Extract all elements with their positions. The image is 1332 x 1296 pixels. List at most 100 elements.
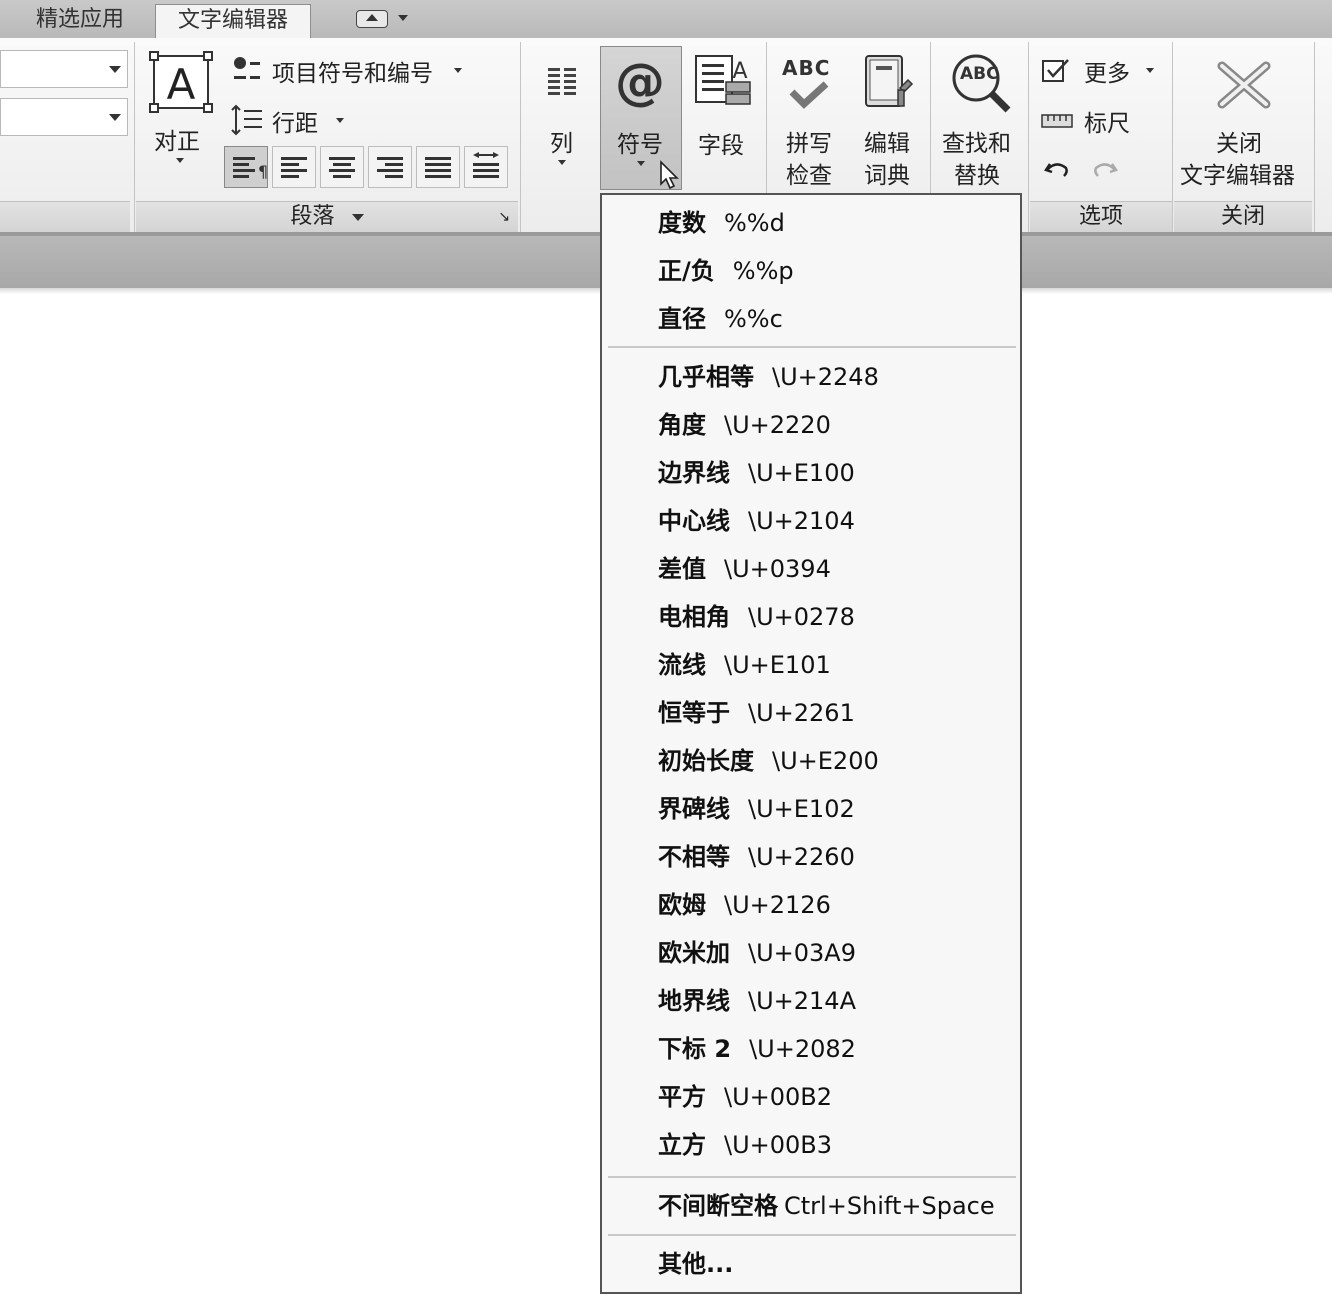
menu-item-plus-minus[interactable]: 正/负 %%p <box>658 251 794 291</box>
more-button[interactable]: 更多 <box>1040 54 1164 88</box>
edit-dictionary-label-2: 词典 <box>864 163 910 189</box>
menu-item-name: 立方 <box>658 1131 706 1159</box>
spell-check-button[interactable]: ABC 拼写 检查 <box>778 52 844 189</box>
menu-item-code: \U+2082 <box>749 1035 856 1063</box>
menu-item-name: 恒等于 <box>658 699 730 727</box>
close-icon <box>1217 61 1271 109</box>
spell-check-label-2: 检查 <box>786 163 832 189</box>
svg-text:A: A <box>167 60 196 109</box>
menu-item-almost-equal[interactable]: 几乎相等 \U+2248 <box>658 357 879 397</box>
field-icon: A <box>695 55 751 105</box>
menu-item-code: \U+E100 <box>748 459 855 487</box>
dialog-launcher-icon[interactable]: ↘ <box>498 202 510 232</box>
close-text-editor-button[interactable]: 关闭 文字编辑器 <box>1176 52 1312 189</box>
menu-item-not-equal[interactable]: 不相等 \U+2260 <box>658 837 855 877</box>
menu-item-flow-line[interactable]: 流线 \U+E101 <box>658 645 831 685</box>
menu-item-other[interactable]: 其他... <box>658 1244 733 1284</box>
edit-dictionary-button[interactable]: 编辑 词典 <box>856 52 922 189</box>
menu-item-name: 欧姆 <box>658 891 706 919</box>
find-replace-button[interactable]: ABC 查找和 替换 <box>940 52 1022 189</box>
edit-dictionary-label-1: 编辑 <box>864 131 910 157</box>
justify-button[interactable]: A 对正 <box>144 48 216 176</box>
menu-item-degree[interactable]: 度数 %%d <box>658 203 785 243</box>
menu-item-cubed[interactable]: 立方 \U+00B3 <box>658 1125 832 1165</box>
menu-item-code: \U+2104 <box>748 507 855 535</box>
menu-item-name: 度数 <box>658 209 706 237</box>
menu-item-initial-length[interactable]: 初始长度 \U+E200 <box>658 741 879 781</box>
redo-icon[interactable] <box>1090 158 1120 182</box>
chevron-down-icon <box>558 160 566 165</box>
distribute-button[interactable] <box>464 146 508 188</box>
paragraph-panel-title[interactable]: 段落 ↘ <box>136 201 518 232</box>
align-default-icon: ¶ <box>233 157 268 181</box>
spell-check-icon: ABC <box>782 56 842 112</box>
menu-item-name: 中心线 <box>658 507 730 535</box>
divider <box>520 42 521 232</box>
chevron-down-icon <box>176 158 184 163</box>
minimize-ribbon-button[interactable] <box>356 10 388 28</box>
align-justify-button[interactable] <box>416 146 460 188</box>
close-label-2: 文字编辑器 <box>1180 163 1295 189</box>
triangle-up-icon <box>366 14 378 21</box>
text-height-combo[interactable] <box>0 98 128 136</box>
symbol-dropdown-menu: 度数 %%d 正/负 %%p 直径 %%c 几乎相等 \U+2248 角度 \U+2220… <box>600 193 1022 1294</box>
menu-item-diameter[interactable]: 直径 %%c <box>658 299 783 339</box>
menu-item-name: 不相等 <box>658 843 730 871</box>
at-sign-icon: @ <box>615 53 665 111</box>
align-right-button[interactable] <box>368 146 412 188</box>
menu-item-name: 流线 <box>658 651 706 679</box>
justify-icon: A <box>149 51 213 113</box>
svg-text:¶: ¶ <box>258 162 267 181</box>
align-left-icon <box>281 157 307 178</box>
menu-item-non-breaking-space[interactable]: 不间断空格 Ctrl+Shift+Space <box>658 1186 995 1226</box>
menu-item-code: \U+03A9 <box>748 939 856 967</box>
align-center-icon <box>329 157 355 178</box>
menu-item-code: %%p <box>732 257 794 285</box>
menu-item-ohm[interactable]: 欧姆 \U+2126 <box>658 885 831 925</box>
chevron-down-icon <box>637 161 645 166</box>
tab-featured-apps[interactable]: 精选应用 <box>26 4 134 38</box>
find-replace-label-2: 替换 <box>954 163 1000 189</box>
line-spacing-button[interactable]: 行距 <box>228 102 358 138</box>
menu-item-code: %%c <box>724 305 783 333</box>
menu-item-property-line[interactable]: 地界线 \U+214A <box>658 981 856 1021</box>
menu-item-squared[interactable]: 平方 \U+00B2 <box>658 1077 832 1117</box>
paragraph-panel-label: 段落 <box>290 204 335 229</box>
menu-item-shortcut: Ctrl+Shift+Space <box>784 1192 995 1220</box>
ruler-button[interactable]: 标尺 <box>1040 104 1150 138</box>
dictionary-icon <box>865 55 914 107</box>
menu-item-center-line[interactable]: 中心线 \U+2104 <box>658 501 855 541</box>
menu-item-delta[interactable]: 差值 \U+0394 <box>658 549 831 589</box>
menu-item-code: \U+00B2 <box>724 1083 833 1111</box>
bullets-numbering-button[interactable]: 项目符号和编号 <box>228 52 478 88</box>
menu-item-code: \U+E102 <box>748 795 855 823</box>
menu-item-subscript-2[interactable]: 下标 2 \U+2082 <box>658 1029 856 1069</box>
field-button[interactable]: A 字段 <box>690 48 760 178</box>
align-default-button[interactable]: ¶ <box>224 146 268 188</box>
magnifier-icon <box>952 54 1011 113</box>
menu-item-angle[interactable]: 角度 \U+2220 <box>658 405 831 445</box>
undo-icon[interactable] <box>1042 158 1072 182</box>
menu-item-electrical-phase[interactable]: 电相角 \U+0278 <box>658 597 855 637</box>
menu-item-monument-line[interactable]: 界碑线 \U+E102 <box>658 789 855 829</box>
menu-item-code: \U+0394 <box>724 555 831 583</box>
menu-item-name: 下标 2 <box>658 1035 732 1063</box>
menu-item-code: \U+2260 <box>748 843 855 871</box>
menu-item-identity[interactable]: 恒等于 \U+2261 <box>658 693 855 733</box>
menu-item-omega[interactable]: 欧米加 \U+03A9 <box>658 933 856 973</box>
columns-button[interactable]: 列 <box>538 60 588 176</box>
bullets-numbering-label: 项目符号和编号 <box>272 61 433 87</box>
text-style-combo[interactable] <box>0 50 128 88</box>
align-left-button[interactable] <box>272 146 316 188</box>
chevron-down-icon <box>336 118 344 123</box>
chevron-down-icon <box>1146 68 1154 73</box>
menu-item-name: 欧米加 <box>658 939 730 967</box>
menu-item-name: 差值 <box>658 555 706 583</box>
align-center-button[interactable] <box>320 146 364 188</box>
ribbon-options-dropdown-icon[interactable] <box>398 15 408 21</box>
close-label-1: 关闭 <box>1216 131 1262 157</box>
chevron-down-icon <box>109 114 121 121</box>
menu-item-code: \U+214A <box>748 987 856 1015</box>
menu-item-boundary-line[interactable]: 边界线 \U+E100 <box>658 453 855 493</box>
tab-text-editor[interactable]: 文字编辑器 <box>155 4 311 38</box>
